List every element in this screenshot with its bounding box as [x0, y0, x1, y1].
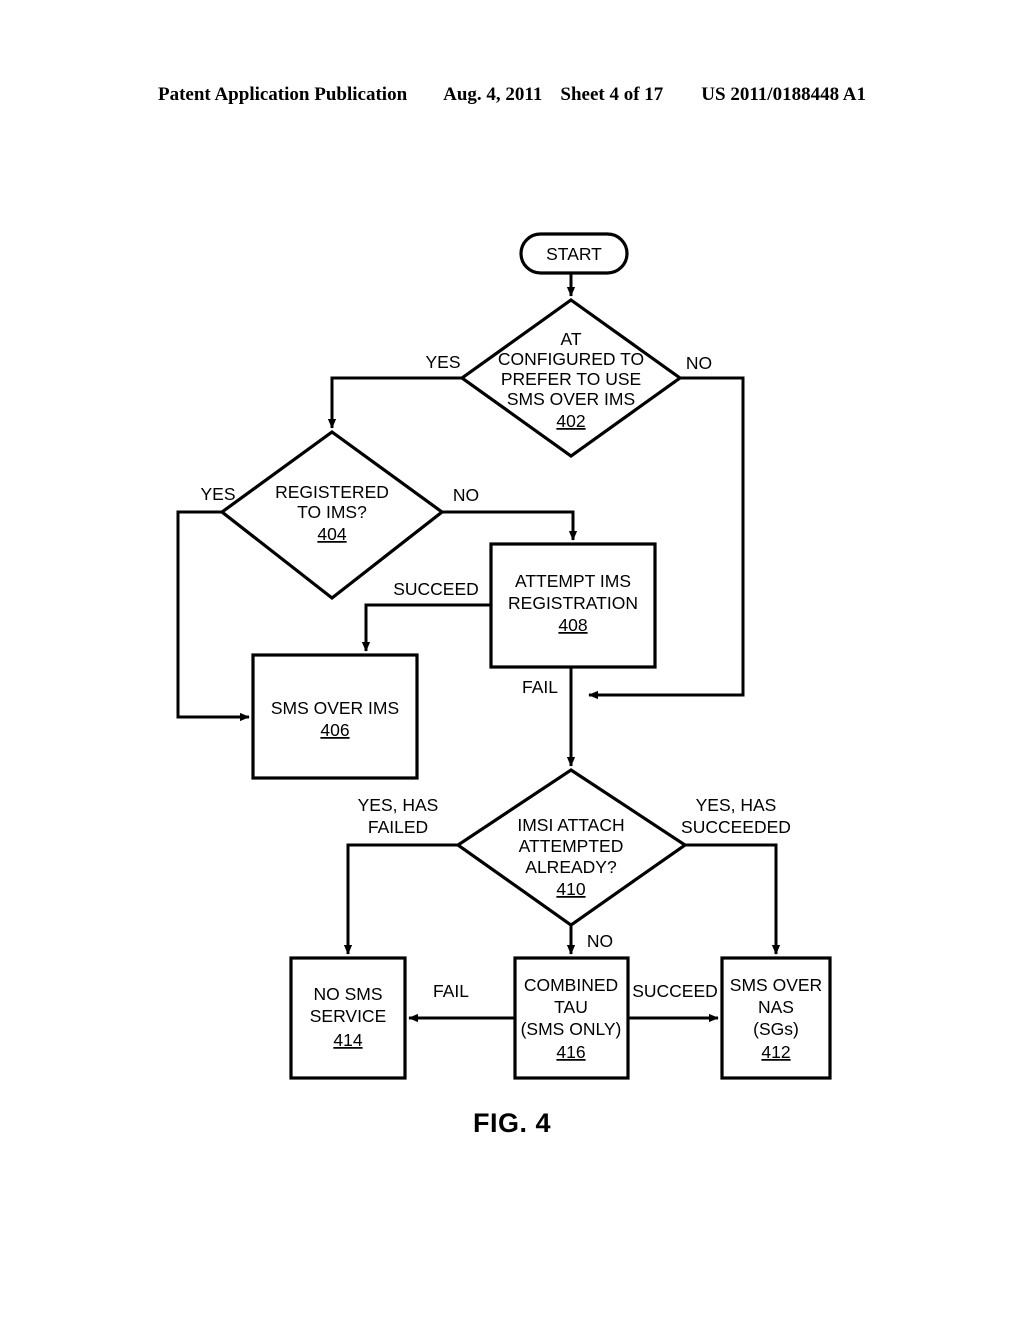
connector-404-yes-to-406 — [176, 510, 250, 722]
node-402-line2: CONFIGURED TO — [498, 349, 644, 369]
edge-label-404-no: NO — [453, 485, 479, 505]
node-410-line3: ALREADY? — [525, 857, 617, 877]
node-412-line2: NAS — [758, 997, 794, 1017]
node-414-line1: NO SMS — [313, 984, 382, 1004]
node-416-line1: COMBINED — [524, 975, 618, 995]
node-start-label: START — [546, 244, 602, 264]
edge-label-416-fail: FAIL — [433, 981, 469, 1001]
edge-label-402-no: NO — [686, 353, 712, 373]
node-402-line3: PREFER TO USE — [501, 369, 641, 389]
edge-label-410-yes-succeeded-line2: SUCCEEDED — [681, 817, 791, 837]
node-406-ref: 406 — [320, 720, 349, 740]
connector-408-succeed-to-406 — [361, 603, 491, 652]
connector-404-no-to-408 — [442, 510, 578, 541]
edge-label-410-yes-failed-line2: FAILED — [368, 817, 428, 837]
node-402-line1: AT — [560, 329, 581, 349]
node-404-ref: 404 — [317, 524, 346, 544]
connector-410-yes-succeeded-to-412 — [685, 843, 781, 955]
node-414-ref: 414 — [333, 1030, 362, 1050]
connector-410-yes-failed-to-414 — [343, 843, 458, 955]
node-416-line2: TAU — [554, 997, 588, 1017]
node-410-line1: IMSI ATTACH — [517, 815, 624, 835]
node-412-line1: SMS OVER — [730, 975, 822, 995]
edge-label-410-yes-succeeded-line1: YES, HAS — [696, 795, 777, 815]
node-406-line1: SMS OVER IMS — [271, 698, 399, 718]
connector-402-yes-to-404 — [327, 376, 462, 429]
edge-label-408-succeed: SUCCEED — [393, 579, 479, 599]
edge-label-404-yes: YES — [200, 484, 235, 504]
node-408-line2: REGISTRATION — [508, 593, 638, 613]
node-410-line2: ATTEMPTED — [519, 836, 624, 856]
edge-label-402-yes: YES — [425, 352, 460, 372]
edge-label-410-yes-failed-line1: YES, HAS — [358, 795, 439, 815]
node-402-line4: SMS OVER IMS — [507, 389, 635, 409]
node-416-ref: 416 — [556, 1042, 585, 1062]
node-408-ref: 408 — [558, 615, 587, 635]
node-408-line1: ATTEMPT IMS — [515, 571, 631, 591]
node-404-line2: TO IMS? — [297, 502, 367, 522]
edge-label-408-fail: FAIL — [522, 677, 558, 697]
patent-page: Patent Application Publication Aug. 4, 20… — [0, 0, 1024, 1320]
edge-label-416-succeed: SUCCEED — [632, 981, 718, 1001]
node-412-line3: (SGs) — [753, 1019, 799, 1039]
node-416-line3: (SMS ONLY) — [521, 1019, 622, 1039]
node-404-line1: REGISTERED — [275, 482, 389, 502]
node-410-ref: 410 — [556, 879, 585, 899]
node-402-ref: 402 — [556, 411, 585, 431]
figure-caption: FIG. 4 — [472, 1108, 551, 1138]
node-412-ref: 412 — [761, 1042, 790, 1062]
node-414-line2: SERVICE — [310, 1006, 387, 1026]
edge-label-410-no: NO — [587, 931, 613, 951]
